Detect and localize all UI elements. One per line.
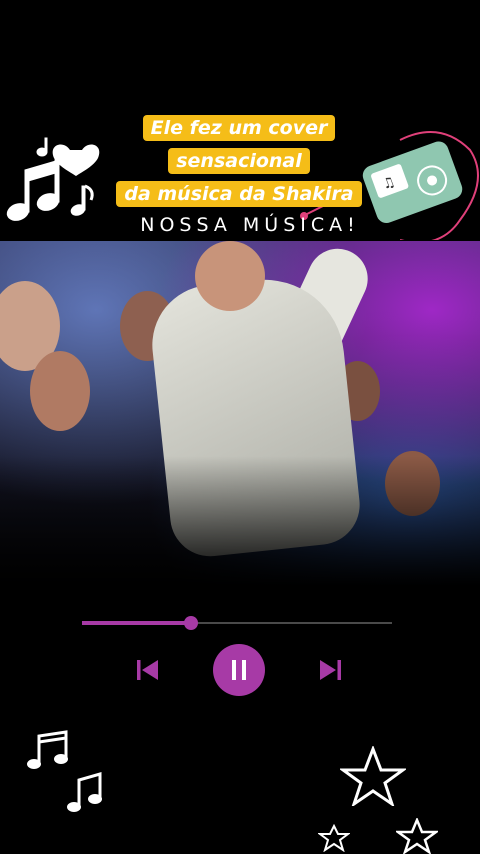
- skip-back-icon[interactable]: [134, 656, 162, 684]
- skip-forward-icon[interactable]: [316, 656, 344, 684]
- progress-knob[interactable]: [183, 616, 198, 630]
- star-icon: [318, 824, 350, 852]
- progress-bar[interactable]: [82, 616, 392, 630]
- video-frame[interactable]: [0, 241, 480, 586]
- page-subtitle: NOSSA MÚSICA!: [140, 214, 360, 236]
- pause-button[interactable]: [213, 644, 265, 696]
- caption-line-2: da música da Shakira: [116, 181, 362, 207]
- video-caption: Ele fez um cover sensacional da música d…: [90, 112, 388, 211]
- crowd-person: [30, 351, 90, 431]
- figure-head: [195, 241, 265, 311]
- music-notes-icon: [27, 730, 102, 812]
- caption-line-1: Ele fez um cover sensacional: [142, 115, 336, 174]
- progress-fill: [82, 621, 191, 625]
- video-fade: [0, 456, 480, 586]
- star-icon: [396, 818, 438, 854]
- star-icon: [340, 746, 406, 806]
